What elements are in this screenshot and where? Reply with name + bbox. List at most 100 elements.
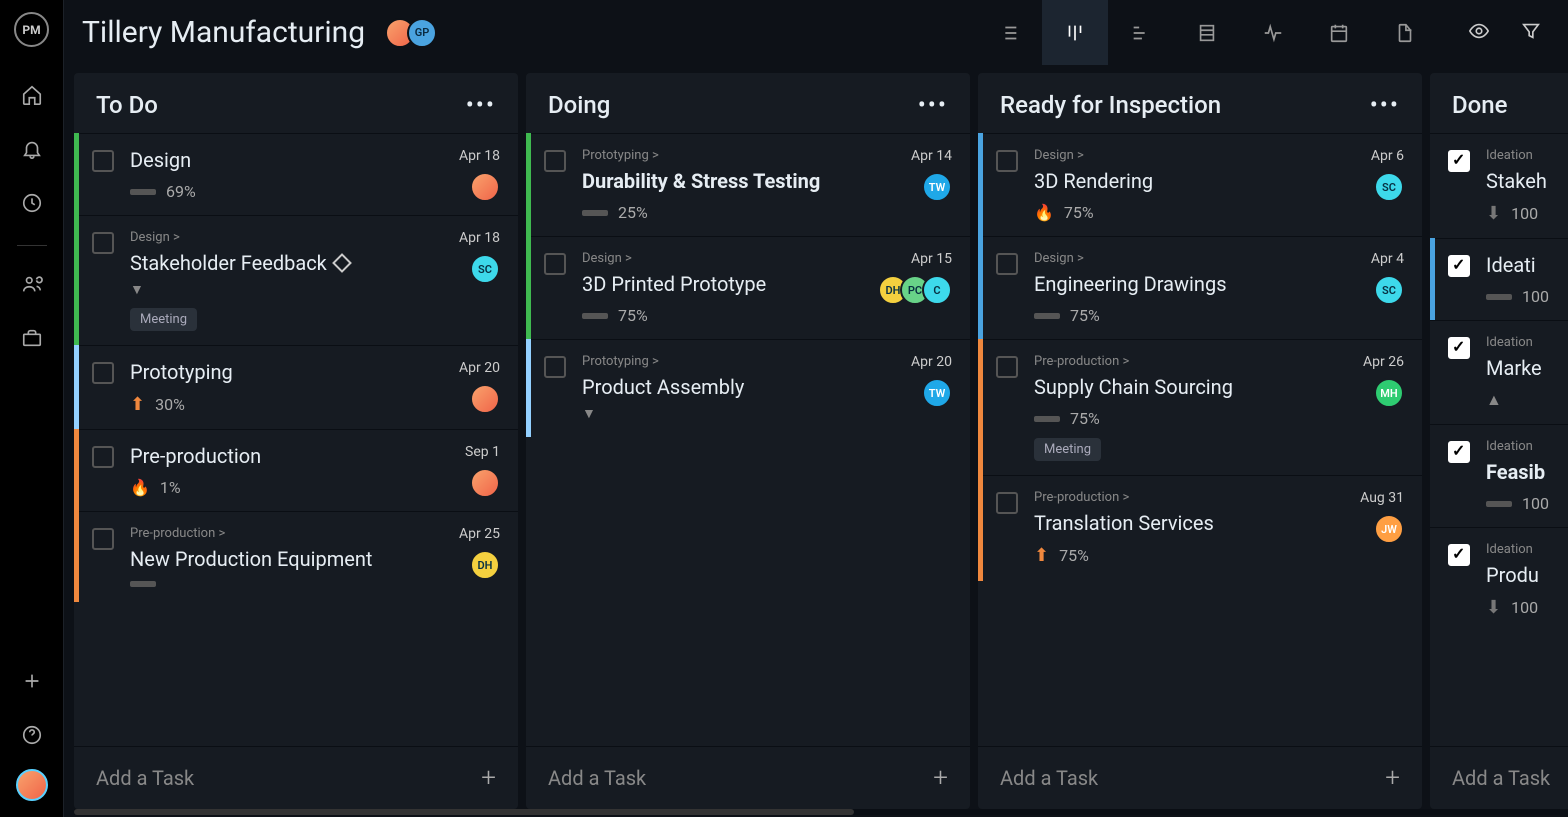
task-breadcrumb: Pre-production > (1034, 354, 1404, 369)
assignee-avatar[interactable] (470, 468, 500, 498)
assignee-avatar[interactable]: JW (1374, 514, 1404, 544)
file-view-icon[interactable] (1372, 0, 1438, 65)
expand-icon[interactable]: ▼ (582, 405, 952, 422)
add-task-button[interactable]: Add a Task+ (526, 746, 970, 809)
plus-icon: + (933, 763, 948, 793)
column-menu-icon[interactable]: ••• (1370, 100, 1400, 110)
app-logo[interactable]: PM (14, 12, 49, 47)
task-card[interactable]: IdeationMarke▲ (1430, 320, 1568, 424)
task-checkbox[interactable] (544, 150, 566, 172)
task-checkbox[interactable] (1448, 150, 1470, 172)
priority-edge (74, 215, 79, 346)
progress-row: 75% (582, 306, 952, 325)
task-checkbox[interactable] (996, 253, 1018, 275)
task-tag[interactable]: Meeting (1034, 438, 1101, 461)
assignee-avatar[interactable]: TW (922, 172, 952, 202)
progress-row: ▲ (1486, 390, 1568, 410)
column-menu-icon[interactable]: ••• (918, 100, 948, 110)
task-card[interactable]: Design >3D Rendering🔥75%Apr 6SC (978, 133, 1422, 236)
activity-view-icon[interactable] (1240, 0, 1306, 65)
task-checkbox[interactable] (996, 150, 1018, 172)
clock-icon[interactable] (12, 183, 52, 223)
user-avatar[interactable] (16, 769, 48, 801)
task-card[interactable]: Pre-production🔥1%Sep 1 (74, 429, 518, 511)
column: Done•••IdeationStakeh⬇100Ideati100Ideati… (1430, 73, 1568, 809)
bell-icon[interactable] (12, 129, 52, 169)
project-title[interactable]: Tillery Manufacturing (82, 15, 365, 50)
assignee-avatar[interactable]: SC (1374, 275, 1404, 305)
expand-icon[interactable]: ▼ (130, 281, 500, 298)
assignee-avatar[interactable]: SC (470, 254, 500, 284)
task-card[interactable]: Prototyping >Durability & Stress Testing… (526, 133, 970, 236)
help-icon[interactable] (12, 715, 52, 755)
filter-icon[interactable] (1520, 20, 1542, 46)
task-title: Stakeh (1486, 169, 1568, 193)
add-icon[interactable] (12, 661, 52, 701)
task-checkbox[interactable] (996, 492, 1018, 514)
task-card[interactable]: Prototyping >Product Assembly▼Apr 20TW (526, 339, 970, 436)
people-icon[interactable] (12, 264, 52, 304)
horizontal-scrollbar[interactable] (74, 809, 1560, 815)
priority-edge (74, 429, 79, 512)
task-card[interactable]: Design >Engineering Drawings75%Apr 4SC (978, 236, 1422, 339)
task-card[interactable]: IdeationFeasib100 (1430, 424, 1568, 527)
assignee-avatar[interactable]: DH (470, 550, 500, 580)
task-checkbox[interactable] (92, 232, 114, 254)
task-checkbox[interactable] (92, 528, 114, 550)
assignee-avatar[interactable]: SC (1374, 172, 1404, 202)
progress-row: ⬆75% (1034, 545, 1404, 566)
task-checkbox[interactable] (996, 356, 1018, 378)
calendar-view-icon[interactable] (1306, 0, 1372, 65)
assignee-avatar[interactable]: MH (1374, 378, 1404, 408)
task-date: Apr 18 (459, 148, 500, 164)
assignee-avatar[interactable]: C (922, 275, 952, 305)
priority-edge (1430, 238, 1435, 321)
topbar: Tillery Manufacturing GP (64, 0, 1568, 65)
task-checkbox[interactable] (1448, 544, 1470, 566)
task-card[interactable]: Pre-production >New Production Equipment… (74, 511, 518, 601)
progress-row: 🔥1% (130, 478, 500, 497)
task-checkbox[interactable] (1448, 441, 1470, 463)
task-card[interactable]: Design >Stakeholder Feedback ▼MeetingApr… (74, 215, 518, 345)
task-card[interactable]: Design69%Apr 18 (74, 133, 518, 215)
board-view-icon[interactable] (1042, 0, 1108, 65)
add-task-button[interactable]: Add a Task+ (1430, 746, 1568, 809)
task-tag[interactable]: Meeting (130, 308, 197, 331)
sheet-view-icon[interactable] (1174, 0, 1240, 65)
task-card[interactable]: Ideati100 (1430, 238, 1568, 320)
assignee-avatar[interactable]: TW (922, 378, 952, 408)
task-date: Apr 25 (459, 526, 500, 542)
task-checkbox[interactable] (92, 150, 114, 172)
visibility-icon[interactable] (1468, 20, 1490, 46)
add-task-button[interactable]: Add a Task+ (74, 746, 518, 809)
task-breadcrumb: Ideation (1486, 439, 1568, 454)
task-card[interactable]: Design >3D Printed Prototype75%Apr 15DHP… (526, 236, 970, 339)
task-card[interactable]: Pre-production >Supply Chain Sourcing75%… (978, 339, 1422, 475)
task-checkbox[interactable] (92, 362, 114, 384)
gantt-view-icon[interactable] (1108, 0, 1174, 65)
add-task-button[interactable]: Add a Task+ (978, 746, 1422, 809)
briefcase-icon[interactable] (12, 318, 52, 358)
task-checkbox[interactable] (92, 446, 114, 468)
task-checkbox[interactable] (544, 253, 566, 275)
task-checkbox[interactable] (1448, 255, 1470, 277)
priority-edge (978, 236, 983, 340)
task-checkbox[interactable] (544, 356, 566, 378)
column-menu-icon[interactable]: ••• (466, 100, 496, 110)
member-avatars[interactable]: GP (385, 18, 437, 48)
task-card[interactable]: Prototyping⬆30%Apr 20 (74, 345, 518, 429)
task-breadcrumb: Ideation (1486, 542, 1568, 557)
task-card[interactable]: IdeationProdu⬇100 (1430, 527, 1568, 632)
task-card[interactable]: Pre-production >Translation Services⬆75%… (978, 475, 1422, 580)
list-view-icon[interactable] (976, 0, 1042, 65)
task-card[interactable]: IdeationStakeh⬇100 (1430, 133, 1568, 238)
member-avatar[interactable]: GP (407, 18, 437, 48)
assignee-avatar[interactable] (470, 384, 500, 414)
assignee-avatar[interactable] (470, 172, 500, 202)
priority-edge (526, 339, 531, 437)
task-title: Prototyping (130, 360, 500, 384)
task-date: Aug 31 (1360, 490, 1404, 506)
task-title: Marke (1486, 356, 1568, 380)
home-icon[interactable] (12, 75, 52, 115)
task-checkbox[interactable] (1448, 337, 1470, 359)
